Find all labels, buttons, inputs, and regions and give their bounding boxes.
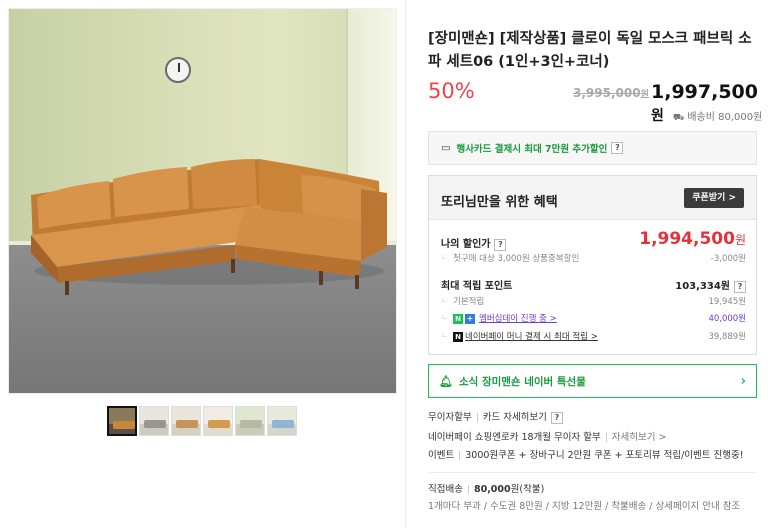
my-discount-label: 나의 할인가 xyxy=(441,239,491,250)
thumbnail-5[interactable] xyxy=(235,406,265,436)
column-divider xyxy=(405,0,406,528)
direct-delivery-price: 80,000 xyxy=(473,484,511,495)
points-value-wrap: 103,334원? xyxy=(675,277,746,293)
membership-link-wrap: N+ 멤버십데이 진행 중 > xyxy=(441,312,557,324)
my-discount-price-unit: 원 xyxy=(734,233,746,247)
points-value: 103,334원 xyxy=(675,281,730,292)
my-discount-price: 1,994,500원 xyxy=(639,229,746,249)
event-row: 이벤트 3000원쿠폰 + 장바구니 2만원 쿠폰 + 포토리뷰 적립/이벤트 진… xyxy=(428,447,744,461)
thumbnail-3[interactable] xyxy=(171,406,201,436)
installment-detail-link[interactable]: 자세히보기 > xyxy=(612,432,667,443)
help-icon[interactable]: ? xyxy=(611,142,624,154)
naverpay-icon: N xyxy=(453,331,463,342)
help-icon[interactable]: ? xyxy=(734,281,746,293)
thumbnail-1[interactable] xyxy=(107,406,137,436)
sale-price-unit: 원 xyxy=(651,108,664,124)
basic-points-value: 19,945원 xyxy=(708,297,746,307)
naverpay-installment-row: 네이버페이 쇼핑엔로카 18개월 무이자 할부 자세히보기 > xyxy=(428,429,666,443)
sofa-illustration xyxy=(31,159,387,295)
direct-delivery-label: 직접배송 xyxy=(428,484,463,495)
thumbnail-strip xyxy=(107,406,297,436)
installment-row: 무이자할부 카드 자세히보기? xyxy=(428,409,563,424)
membership-link[interactable]: 멤버십데이 진행 중 > xyxy=(479,314,557,324)
discount-rate: 50% xyxy=(428,79,475,103)
original-price: 3,995,000원 xyxy=(573,86,649,100)
first-purchase-label: 첫구매 대상 3,000원 상품중복할인 xyxy=(441,252,579,264)
store-news-banner[interactable]: 🔔︎ 소식 ⁣장미맨숀 네이버 특선물 › xyxy=(428,364,757,398)
my-discount-price-value: 1,994,500 xyxy=(639,229,735,249)
direct-delivery-suffix: 원(착불) xyxy=(510,484,545,495)
separator xyxy=(476,413,478,422)
naverpay-value: 39,889원 xyxy=(708,332,746,342)
get-coupon-button[interactable]: 쿠폰받기 > xyxy=(684,188,744,208)
benefit-box: 또리님만을 위한 혜택 쿠폰받기 > 나의 할인가? 1,994,500원 첫구… xyxy=(428,175,757,355)
truck-icon: ⛟ xyxy=(673,113,685,123)
benefit-header: 또리님만을 위한 혜택 쿠폰받기 > xyxy=(429,176,756,220)
shipping-fee-text: 배송비 80,000원 xyxy=(687,112,763,123)
bell-icon: 🔔︎ xyxy=(439,374,453,388)
shipping-fee: ⛟ 배송비 80,000원 xyxy=(673,108,762,124)
thumbnail-6[interactable] xyxy=(267,406,297,436)
naverpay-link-wrap: N네이버페이 머니 결제 시 최대 적립 > xyxy=(441,330,598,342)
separator xyxy=(467,485,469,494)
help-icon[interactable]: ? xyxy=(550,412,563,424)
help-icon[interactable]: ? xyxy=(494,239,507,251)
event-label: 이벤트 xyxy=(428,450,455,461)
basic-points-label: 기본적립 xyxy=(441,295,484,307)
benefit-title: 또리님만을 위한 혜택 xyxy=(441,195,558,210)
separator xyxy=(605,433,607,442)
delivery-note: 1개마다 부과 / 수도권 8만원 / 지방 12만원 / 착불배송 / 상세페… xyxy=(428,501,741,512)
section-divider xyxy=(428,472,757,473)
store-news-text: 소식 ⁣장미맨숀 네이버 특선물 xyxy=(458,375,586,388)
thumbnail-4[interactable] xyxy=(203,406,233,436)
first-purchase-value: -3,000원 xyxy=(710,254,746,264)
card-detail-link[interactable]: 카드 자세히보기 xyxy=(483,412,547,423)
product-main-image[interactable] xyxy=(8,8,397,394)
membership-value: 40,000원 xyxy=(708,314,746,324)
points-label: 최대 적립 포인트 xyxy=(441,281,513,292)
thumbnail-2[interactable] xyxy=(139,406,169,436)
credit-card-icon: ▭ xyxy=(441,142,451,154)
original-price-value: 3,995,000 xyxy=(573,86,641,100)
plus-icon: + xyxy=(465,313,475,324)
naverpay-installment-text: 네이버페이 쇼핑엔로카 18개월 무이자 할부 xyxy=(428,432,601,443)
original-price-unit: 원 xyxy=(640,90,649,100)
chevron-right-icon: › xyxy=(740,374,746,389)
card-promo-text: 행사카드 결제시 최대 7만원 추가할인 xyxy=(456,144,608,155)
direct-delivery-row: 직접배송 80,000원(착불) xyxy=(428,481,544,495)
separator xyxy=(459,451,461,460)
installment-label: 무이자할부 xyxy=(428,412,472,423)
product-title: [장미맨숀] [제작상품] 클로이 독일 모스크 패브릭 소파 세트06 (1인… xyxy=(428,31,752,70)
card-promo-banner[interactable]: ▭ 행사카드 결제시 최대 7만원 추가할인 ? xyxy=(428,131,757,165)
naverpay-link[interactable]: 네이버페이 머니 결제 시 최대 적립 > xyxy=(465,332,598,342)
event-text: 3000원쿠폰 + 장바구니 2만원 쿠폰 + 포토리뷰 적립/이벤트 진행중! xyxy=(465,450,744,461)
sale-price-value: 1,997,500 xyxy=(651,81,758,103)
naver-n-icon: N xyxy=(453,313,463,324)
